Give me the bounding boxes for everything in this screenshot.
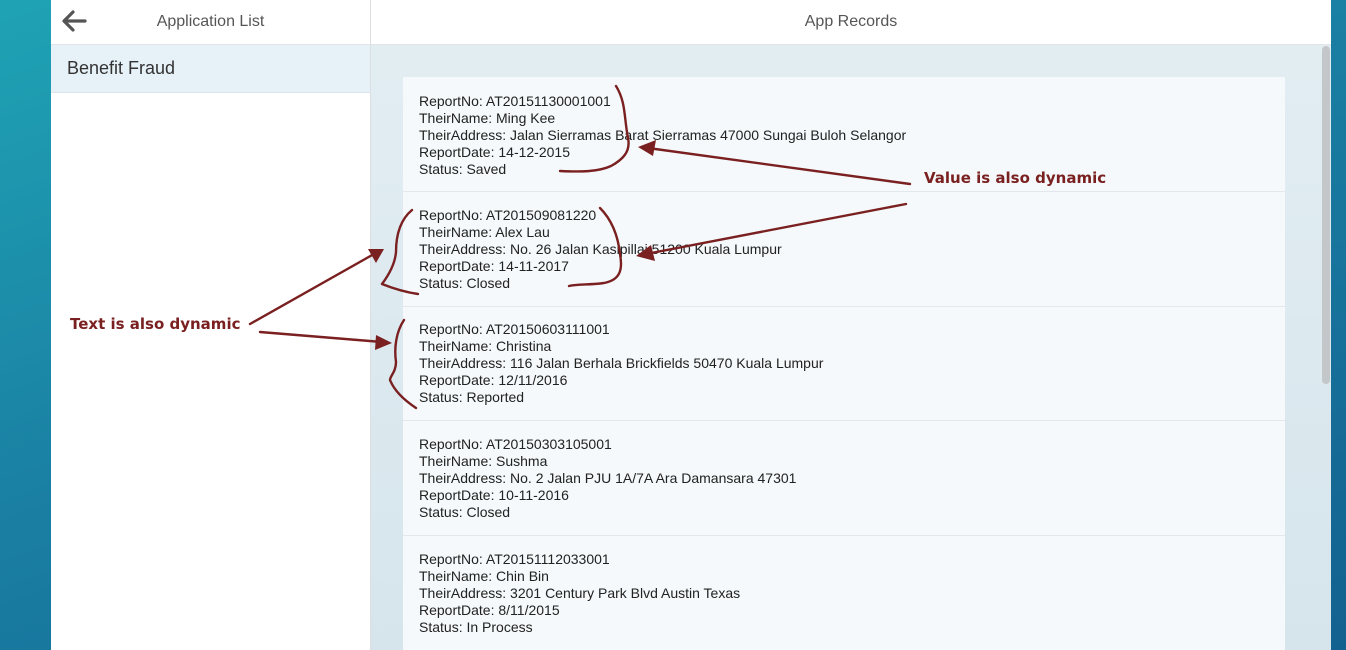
detail-header: App Records bbox=[371, 0, 1331, 45]
record-item[interactable]: ReportNo: AT20150603111001 TheirName: Ch… bbox=[403, 306, 1285, 421]
report-date: ReportDate: 8/11/2015 bbox=[419, 602, 560, 618]
report-no: ReportNo: AT20150303105001 bbox=[419, 436, 612, 452]
record-item[interactable]: ReportNo: AT201509081220 TheirName: Alex… bbox=[403, 192, 1285, 307]
status: Status: In Process bbox=[419, 619, 533, 635]
detail-pane: App Records ReportNo: AT20151130001001 T… bbox=[371, 0, 1331, 650]
their-address: TheirAddress: 3201 Century Park Blvd Aus… bbox=[419, 585, 741, 601]
status: Status: Reported bbox=[419, 389, 525, 405]
record-item[interactable]: ReportNo: AT20150303105001 TheirName: Su… bbox=[403, 421, 1285, 536]
their-address: TheirAddress: 116 Jalan Berhala Brickfie… bbox=[419, 355, 824, 371]
list-item-benefit-fraud[interactable]: Benefit Fraud bbox=[51, 45, 370, 93]
their-address: TheirAddress: Jalan Sierramas Barat Sier… bbox=[419, 127, 907, 143]
master-title: Application List bbox=[156, 13, 265, 30]
detail-title: App Records bbox=[804, 13, 898, 30]
their-name: TheirName: Alex Lau bbox=[419, 224, 550, 240]
list-item-label: Benefit Fraud bbox=[67, 58, 176, 78]
status: Status: Saved bbox=[419, 161, 507, 177]
record-item[interactable]: ReportNo: AT20151112033001 TheirName: Ch… bbox=[403, 536, 1285, 650]
their-name: TheirName: Ming Kee bbox=[419, 110, 556, 126]
record-list: ReportNo: AT20151130001001 TheirName: Mi… bbox=[403, 77, 1285, 650]
report-no: ReportNo: AT20151112033001 bbox=[419, 551, 610, 567]
master-header: Application List bbox=[51, 0, 370, 45]
report-date: ReportDate: 14-12-2015 bbox=[419, 144, 570, 160]
master-pane: Application List Benefit Fraud bbox=[51, 0, 371, 650]
scroll-thumb[interactable] bbox=[1322, 46, 1330, 384]
report-no: ReportNo: AT201509081220 bbox=[419, 207, 597, 223]
back-button[interactable] bbox=[61, 8, 89, 34]
their-address: TheirAddress: No. 2 Jalan PJU 1A/7A Ara … bbox=[419, 470, 797, 486]
report-no: ReportNo: AT20150603111001 bbox=[419, 321, 610, 337]
their-name: TheirName: Sushma bbox=[419, 453, 548, 469]
record-item[interactable]: ReportNo: AT20151130001001 TheirName: Mi… bbox=[403, 77, 1285, 192]
status: Status: Closed bbox=[419, 504, 511, 520]
back-arrow-icon bbox=[62, 10, 87, 32]
their-name: TheirName: Christina bbox=[419, 338, 552, 354]
scrollbar[interactable] bbox=[1322, 46, 1330, 650]
report-date: ReportDate: 12/11/2016 bbox=[419, 372, 568, 388]
report-no: ReportNo: AT20151130001001 bbox=[419, 93, 611, 109]
their-address: TheirAddress: No. 26 Jalan Kasipillai 51… bbox=[419, 241, 782, 257]
status: Status: Closed bbox=[419, 275, 511, 291]
report-date: ReportDate: 10-11-2016 bbox=[419, 487, 569, 503]
report-date: ReportDate: 14-11-2017 bbox=[419, 258, 569, 274]
app-window: Application List Benefit Fraud App Recor… bbox=[51, 0, 1331, 650]
their-name: TheirName: Chin Bin bbox=[419, 568, 549, 584]
